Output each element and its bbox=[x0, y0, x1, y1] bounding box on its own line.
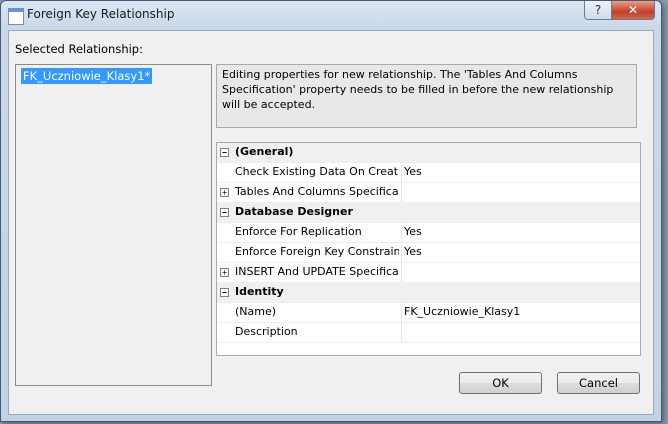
row-gutter bbox=[217, 323, 232, 342]
dialog-window: Foreign Key Relationship ? ✕ Selected Re… bbox=[0, 0, 662, 422]
ok-button[interactable]: OK bbox=[459, 372, 542, 394]
expand-icon[interactable]: + bbox=[220, 268, 229, 277]
property-grid[interactable]: − (General) Check Existing Data On Creatio… bbox=[216, 142, 641, 356]
property-row[interactable]: Enforce For Replication Yes bbox=[217, 223, 640, 243]
property-category[interactable]: − Database Designer bbox=[217, 203, 640, 223]
property-value[interactable]: Yes bbox=[401, 223, 640, 242]
row-gutter: + bbox=[217, 263, 232, 282]
collapse-icon[interactable]: − bbox=[220, 288, 229, 297]
property-name: Enforce For Replication bbox=[235, 225, 362, 238]
property-value[interactable] bbox=[401, 263, 640, 282]
row-gutter bbox=[217, 303, 232, 322]
collapse-icon[interactable]: − bbox=[220, 208, 229, 217]
property-row[interactable]: + INSERT And UPDATE Specificat bbox=[217, 263, 640, 283]
title-bar[interactable]: Foreign Key Relationship ? ✕ bbox=[1, 1, 661, 29]
property-row[interactable]: + Tables And Columns Specificat bbox=[217, 183, 640, 203]
row-gutter bbox=[217, 243, 232, 262]
relationship-list[interactable]: FK_Uczniowie_Klasy1* bbox=[15, 64, 212, 386]
relationship-description: Editing properties for new relationship.… bbox=[216, 64, 637, 128]
property-name: Tables And Columns Specificat bbox=[235, 185, 399, 198]
row-gutter bbox=[217, 163, 232, 182]
property-category[interactable]: − Identity bbox=[217, 283, 640, 303]
category-name: Database Designer bbox=[235, 205, 353, 218]
expand-icon[interactable]: + bbox=[220, 188, 229, 197]
row-gutter: − bbox=[217, 283, 232, 302]
property-row[interactable]: Enforce Foreign Key Constraint Yes bbox=[217, 243, 640, 263]
row-gutter: − bbox=[217, 203, 232, 222]
property-row[interactable]: (Name) FK_Uczniowie_Klasy1 bbox=[217, 303, 640, 323]
row-gutter: + bbox=[217, 183, 232, 202]
property-category[interactable]: − (General) bbox=[217, 143, 640, 163]
property-value[interactable] bbox=[401, 323, 640, 342]
collapse-icon[interactable]: − bbox=[220, 148, 229, 157]
window-icon bbox=[8, 8, 24, 25]
caption-buttons: ? ✕ bbox=[584, 1, 655, 20]
property-value[interactable]: Yes bbox=[401, 243, 640, 262]
property-value[interactable]: FK_Uczniowie_Klasy1 bbox=[401, 303, 640, 322]
row-gutter: − bbox=[217, 143, 232, 162]
cancel-button[interactable]: Cancel bbox=[557, 372, 640, 394]
row-gutter bbox=[217, 223, 232, 242]
property-name: Check Existing Data On Creatio bbox=[235, 165, 399, 178]
selected-relationship-label: Selected Relationship: bbox=[15, 42, 143, 56]
close-button[interactable]: ✕ bbox=[612, 1, 655, 20]
property-name: Enforce Foreign Key Constraint bbox=[235, 245, 399, 258]
property-value[interactable] bbox=[401, 183, 640, 202]
dialog-client-area: Selected Relationship: FK_Uczniowie_Klas… bbox=[8, 30, 654, 415]
close-icon: ✕ bbox=[627, 3, 639, 17]
category-name: Identity bbox=[235, 285, 284, 298]
property-row[interactable]: Description bbox=[217, 323, 640, 343]
property-name: INSERT And UPDATE Specificat bbox=[235, 265, 399, 278]
property-row[interactable]: Check Existing Data On Creatio Yes bbox=[217, 163, 640, 183]
category-name: (General) bbox=[235, 145, 294, 158]
property-value[interactable]: Yes bbox=[401, 163, 640, 182]
property-name: (Name) bbox=[235, 305, 277, 318]
window-title: Foreign Key Relationship bbox=[27, 7, 175, 21]
property-name: Description bbox=[235, 325, 298, 338]
relationship-list-item[interactable]: FK_Uczniowie_Klasy1* bbox=[21, 68, 153, 84]
help-icon: ? bbox=[594, 3, 602, 17]
help-button[interactable]: ? bbox=[584, 1, 612, 20]
